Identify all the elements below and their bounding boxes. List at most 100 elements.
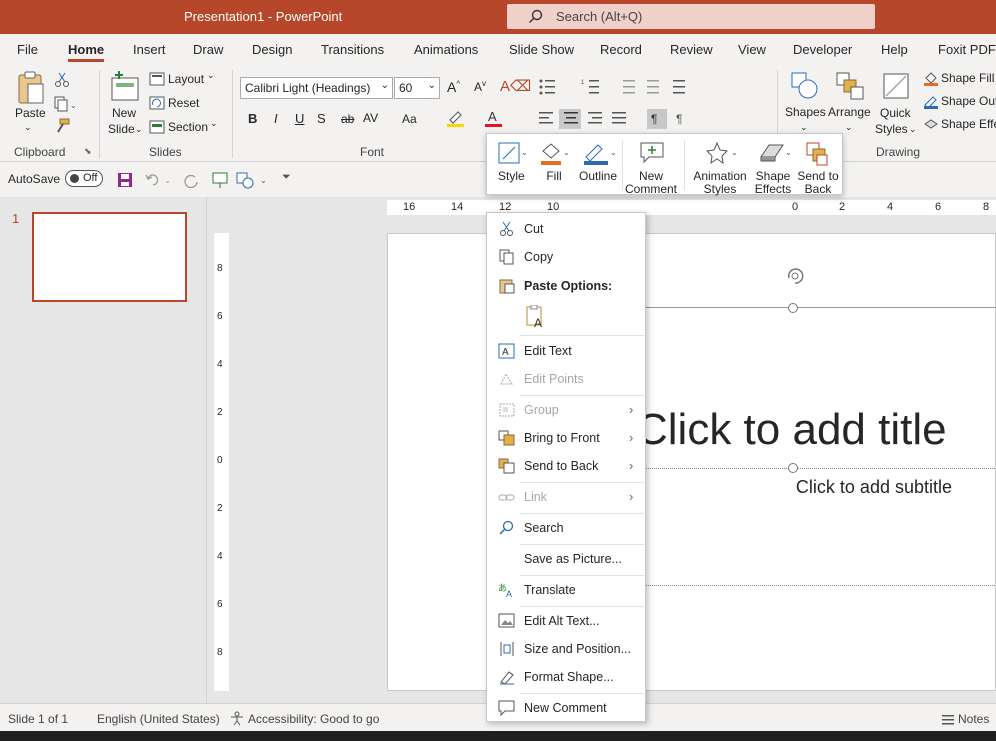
highlight-icon[interactable] (446, 108, 466, 128)
shape-outline-icon[interactable] (923, 93, 939, 109)
animation-styles-icon[interactable]: ⌄ (705, 141, 739, 167)
change-case-button[interactable]: Aa (402, 112, 417, 126)
fill-bucket-icon[interactable]: ⌄ (539, 141, 571, 167)
strikethrough-button[interactable]: ab (341, 112, 354, 126)
arrange-button-label[interactable]: Arrange (828, 104, 871, 120)
chevron-down-icon[interactable]: ⌄ (909, 121, 917, 137)
tab-insert[interactable]: Insert (133, 42, 166, 57)
new-slide-icon[interactable] (110, 70, 140, 102)
rotate-handle-icon[interactable] (783, 264, 807, 288)
arrange-icon[interactable] (835, 71, 865, 101)
new-slide-label-2[interactable]: Slide (108, 121, 135, 137)
copy-icon[interactable]: ⌄ (54, 96, 76, 112)
tab-review[interactable]: Review (670, 42, 713, 57)
layout-icon[interactable] (149, 72, 165, 86)
bold-button[interactable]: B (248, 111, 257, 126)
chevron-down-icon[interactable]: ⌄ (210, 118, 218, 129)
menu-item-new-comment[interactable]: New Comment (487, 695, 645, 721)
menu-item-search[interactable]: Search (487, 515, 645, 541)
shapes-button-label[interactable]: Shapes (785, 104, 826, 120)
notes-button[interactable]: Notes (958, 712, 989, 726)
tab-design[interactable]: Design (252, 42, 292, 57)
menu-item-translate[interactable]: あA Translate (487, 577, 645, 603)
chevron-down-icon[interactable]: ⌄ (24, 119, 32, 135)
format-painter-icon[interactable] (54, 118, 70, 134)
autosave-toggle[interactable]: Off (65, 170, 103, 187)
notes-icon[interactable] (941, 712, 955, 725)
search-box[interactable]: Search (Alt+Q) (507, 4, 875, 29)
tab-record[interactable]: Record (600, 42, 642, 57)
slide-thumbnail[interactable] (32, 212, 187, 302)
menu-item-bring-to-front[interactable]: Bring to Front › (487, 425, 645, 451)
language-indicator[interactable]: English (United States) (97, 712, 220, 726)
tab-animations[interactable]: Animations (414, 42, 478, 57)
quick-styles-label-2[interactable]: Styles (875, 121, 908, 137)
character-spacing-button[interactable]: AV (363, 111, 378, 125)
chevron-down-icon[interactable]: ⌄ (207, 70, 215, 81)
menu-item-cut[interactable]: Cut (487, 216, 645, 242)
resize-handle[interactable] (788, 303, 798, 313)
resize-handle[interactable] (788, 463, 798, 473)
style-label[interactable]: Style (498, 170, 525, 183)
animation-styles-label[interactable]: Animation Styles (690, 170, 750, 196)
font-size-select[interactable]: 60 ⌄ (394, 77, 440, 99)
tab-developer[interactable]: Developer (793, 42, 852, 57)
layout-button[interactable]: Layout (168, 72, 204, 86)
save-icon[interactable] (117, 172, 133, 188)
tab-slide-show[interactable]: Slide Show (509, 42, 574, 57)
shape-effects-icon[interactable] (923, 116, 939, 132)
tab-transitions[interactable]: Transitions (321, 42, 384, 57)
alignment-buttons[interactable]: ¶ ¶ (537, 109, 737, 129)
shape-style-icon[interactable]: ⌄ (497, 141, 529, 167)
list-buttons[interactable]: 1 (537, 77, 717, 97)
section-icon[interactable] (149, 120, 165, 134)
italic-button[interactable]: I (274, 111, 278, 126)
clear-formatting-icon[interactable]: A⌫ (500, 77, 531, 95)
text-shadow-button[interactable]: S (317, 111, 326, 126)
shape-effects-icon[interactable]: ⌄ (759, 141, 793, 167)
tab-home[interactable]: Home (68, 42, 104, 57)
outline-label[interactable]: Outline (577, 170, 619, 183)
menu-item-send-to-back[interactable]: Send to Back › (487, 453, 645, 479)
fill-label[interactable]: Fill (544, 170, 564, 183)
menu-item-format-shape[interactable]: Format Shape... (487, 664, 645, 690)
paste-keep-text-only-icon[interactable]: A (525, 305, 549, 329)
tab-view[interactable]: View (738, 42, 766, 57)
shape-effects-label[interactable]: Shape Effects (751, 170, 795, 196)
quick-styles-icon[interactable] (881, 71, 911, 101)
quick-styles-label-1[interactable]: Quick (880, 105, 911, 121)
undo-icon[interactable]: ⌄ (145, 172, 171, 188)
shape-effects-button[interactable]: Shape Effe (941, 117, 996, 131)
tab-file[interactable]: File (17, 42, 38, 57)
new-slide-label-1[interactable]: New (112, 105, 136, 121)
decrease-font-size-icon[interactable]: Av (474, 79, 486, 94)
shape-outline-button[interactable]: Shape Out (941, 94, 996, 108)
redo-icon[interactable] (183, 172, 199, 188)
send-to-back-label[interactable]: Send to Back (796, 170, 840, 196)
tab-help[interactable]: Help (881, 42, 908, 57)
chevron-down-icon[interactable]: ⌄ (135, 121, 143, 137)
send-to-back-icon[interactable] (805, 141, 831, 167)
accessibility-icon[interactable] (229, 711, 245, 726)
menu-item-save-as-picture[interactable]: Save as Picture... (487, 546, 645, 572)
outline-pen-icon[interactable]: ⌄ (582, 141, 618, 167)
menu-item-size-and-position[interactable]: Size and Position... (487, 636, 645, 662)
font-family-select[interactable]: Calibri Light (Headings) ⌄ (240, 77, 393, 99)
paste-icon[interactable] (16, 70, 46, 106)
presentation-icon[interactable] (211, 171, 229, 189)
cut-icon[interactable] (54, 72, 70, 88)
section-button[interactable]: Section (168, 120, 208, 134)
underline-button[interactable]: U (295, 111, 304, 126)
new-comment-label[interactable]: New Comment (625, 170, 677, 196)
dialog-launcher-icon[interactable]: ⬊ (84, 146, 92, 157)
tab-draw[interactable]: Draw (193, 42, 223, 57)
menu-item-edit-alt-text[interactable]: Edit Alt Text... (487, 608, 645, 634)
subtitle-placeholder[interactable]: Click to add subtitle (636, 477, 952, 499)
menu-item-edit-text[interactable]: A Edit Text (487, 338, 645, 364)
reset-icon[interactable] (149, 96, 165, 110)
title-placeholder[interactable]: Click to add title (636, 405, 996, 475)
tab-foxit-pdf[interactable]: Foxit PDF (938, 42, 996, 57)
reset-button[interactable]: Reset (168, 96, 199, 110)
increase-font-size-icon[interactable]: A^ (447, 79, 460, 95)
font-color-icon[interactable]: A (484, 108, 504, 128)
